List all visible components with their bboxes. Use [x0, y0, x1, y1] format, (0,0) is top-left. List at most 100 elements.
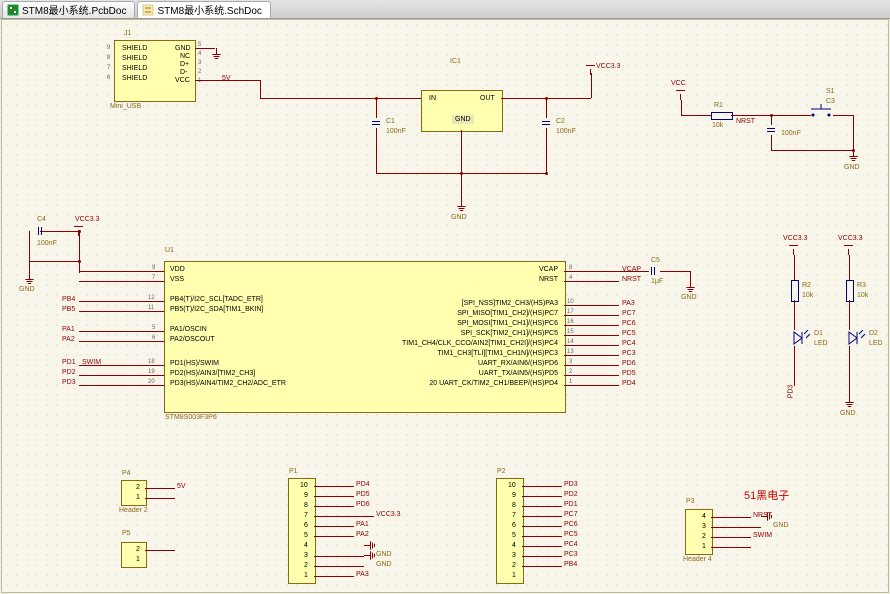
gnd-lbl: GND: [773, 522, 789, 529]
wire: [314, 536, 354, 537]
val: 100nF: [37, 240, 57, 247]
wire: [564, 365, 619, 366]
pin-num: 10: [300, 482, 308, 489]
led-d1: [786, 330, 810, 350]
vcc-symbol: [586, 65, 596, 75]
val: 100nF: [556, 128, 576, 135]
wire: [522, 516, 562, 517]
pin-num: 8: [512, 502, 516, 509]
part-p2[interactable]: [496, 478, 524, 584]
part-p3[interactable]: [685, 509, 713, 555]
net: PC6: [564, 521, 578, 528]
pin-lbl: SHIELD: [122, 55, 147, 62]
wire: [833, 115, 853, 116]
pin-num: 3: [198, 60, 201, 66]
ref: R2: [802, 282, 811, 289]
pin-num: 3: [512, 552, 516, 559]
pin-name: PD1(HS)/SWIM: [170, 360, 219, 367]
res-r3: [846, 280, 854, 302]
wire: [50, 231, 79, 232]
pin-num: 7: [304, 512, 308, 519]
gnd-lbl: GND: [681, 294, 697, 301]
val: LED: [869, 340, 883, 347]
res-r2: [791, 280, 799, 302]
ref: C2: [556, 118, 565, 125]
part-p1[interactable]: [288, 478, 316, 584]
val: LED: [814, 340, 828, 347]
wire: [794, 255, 795, 280]
watermark: 51黑电子: [744, 487, 789, 503]
net: PD5: [356, 491, 370, 498]
pin-lbl: VCC: [175, 77, 190, 84]
wire: [260, 98, 421, 99]
pin-num: 10: [508, 482, 516, 489]
cap-c5: [648, 267, 658, 275]
sch-icon: [142, 4, 154, 16]
wire: [522, 526, 562, 527]
wire: [522, 486, 562, 487]
pin-name: PA1/OSCIN: [170, 326, 207, 333]
vcc-symbol: [844, 245, 854, 255]
net: PD3: [62, 379, 76, 386]
pin-num: 6: [512, 522, 516, 529]
wire: [314, 486, 354, 487]
wire: [794, 300, 795, 330]
pin-name: [SPI_NSS]TIM2_CH3/(HS)PA3: [462, 300, 558, 307]
wire: [79, 311, 164, 312]
wire: [314, 526, 354, 527]
wire: [591, 73, 592, 98]
pin-num: 1: [512, 572, 516, 579]
wire: [145, 488, 175, 489]
wire: [314, 556, 364, 557]
net: VCC3.3: [783, 235, 808, 242]
pin-num: 3: [702, 523, 706, 530]
wire: [849, 346, 850, 396]
pin-num: 9: [107, 45, 110, 51]
wire: [195, 80, 220, 81]
wire: [619, 271, 649, 272]
wire: [314, 496, 354, 497]
net: VCC3.3: [838, 235, 863, 242]
val: 100nF: [386, 128, 406, 135]
pin-num: 2: [136, 484, 140, 491]
pin-num: 2: [512, 562, 516, 569]
net: VCC3.3: [376, 511, 401, 518]
wire: [564, 335, 619, 336]
wire: [79, 341, 164, 342]
wire: [771, 115, 811, 116]
wire: [29, 261, 30, 273]
pin-num: 1: [198, 78, 201, 84]
net: VCC3.3: [75, 216, 100, 223]
pin-num: 9: [512, 492, 516, 499]
net: PD4: [356, 481, 370, 488]
net: PB5: [62, 306, 75, 313]
wire: [546, 128, 547, 173]
cap-c2: [542, 118, 550, 128]
wire: [564, 345, 619, 346]
part-p5[interactable]: [121, 542, 147, 568]
tab-sch[interactable]: STM8最小系统.SchDoc: [137, 1, 270, 18]
net: PD3: [787, 385, 794, 399]
net: NRST: [736, 118, 755, 125]
schematic-sheet[interactable]: J1 SHIELD SHIELD SHIELD SHIELD GND NC D+…: [1, 19, 889, 593]
wire: [145, 498, 175, 499]
net: PA2: [62, 336, 75, 343]
ref: P2: [497, 468, 506, 475]
ref: P3: [686, 498, 695, 505]
wire: [711, 537, 751, 538]
part-u1[interactable]: [164, 261, 566, 413]
wire: [522, 566, 562, 567]
tab-pcb[interactable]: STM8最小系统.PcbDoc: [2, 1, 135, 18]
net: PD2: [62, 369, 76, 376]
pin-num: 1: [136, 556, 140, 563]
wire: [711, 547, 751, 548]
net: PC6: [622, 320, 636, 327]
pcb-icon: [7, 4, 19, 16]
ref: C5: [651, 257, 660, 264]
wire: [29, 261, 79, 262]
pin-lbl: D-: [180, 69, 187, 76]
part-p4[interactable]: [121, 480, 147, 506]
net: PD6: [356, 501, 370, 508]
wire: [376, 128, 377, 173]
net: PD1: [62, 359, 76, 366]
